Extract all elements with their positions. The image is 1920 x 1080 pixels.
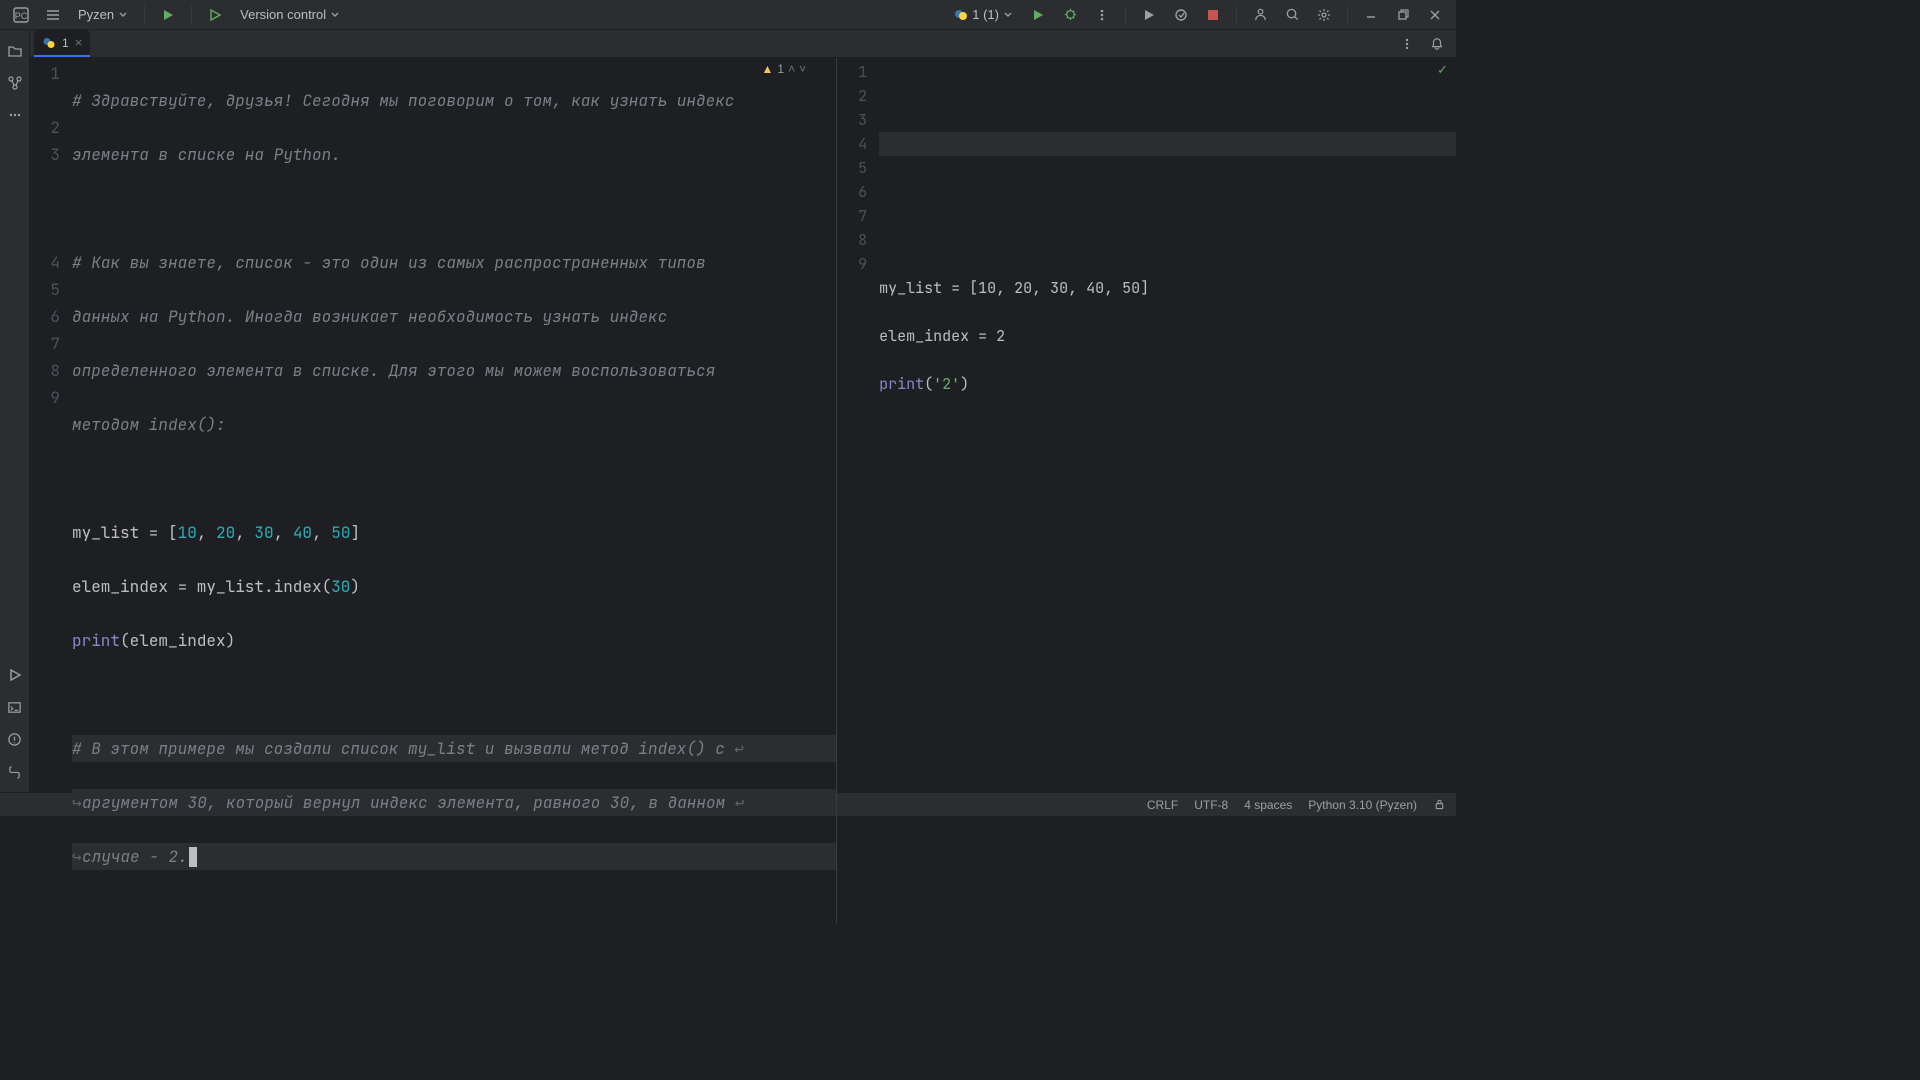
- editor-right-pane[interactable]: 1234 56789 my_list = [10, 20, 30, 40, 50…: [837, 58, 1456, 924]
- run-tool-icon[interactable]: [2, 662, 28, 688]
- editor-left-pane[interactable]: 1 2 3 4 5 6 7 8 9 # Здравствуйте, друзья…: [30, 58, 837, 924]
- run-context-button[interactable]: [202, 2, 228, 28]
- run-button[interactable]: [155, 2, 181, 28]
- editor-tab[interactable]: 1 ×: [34, 30, 90, 57]
- run-config-selector[interactable]: 1 (1): [948, 5, 1019, 24]
- chevron-up-icon[interactable]: ˄: [788, 62, 795, 76]
- project-selector[interactable]: Pyzen: [72, 5, 134, 24]
- vcs-label: Version control: [240, 7, 326, 22]
- python-console-icon[interactable]: [2, 758, 28, 784]
- chevron-down-icon: [330, 10, 340, 20]
- text-cursor: [189, 847, 197, 867]
- left-tool-rail: [0, 30, 30, 792]
- project-tool-icon[interactable]: [2, 38, 28, 64]
- close-tab-icon[interactable]: ×: [75, 35, 83, 50]
- coverage-button[interactable]: [1168, 2, 1194, 28]
- settings-icon[interactable]: [1311, 2, 1337, 28]
- notifications-icon[interactable]: [1424, 31, 1450, 57]
- python-file-icon: [42, 36, 56, 50]
- maximize-window[interactable]: [1390, 2, 1416, 28]
- tab-label: 1: [62, 36, 69, 50]
- more-tools-icon[interactable]: [2, 102, 28, 128]
- stop-button[interactable]: [1200, 2, 1226, 28]
- run-config-label: 1 (1): [972, 7, 999, 22]
- minimize-window[interactable]: [1358, 2, 1384, 28]
- structure-tool-icon[interactable]: [2, 70, 28, 96]
- title-bar: PC Pyzen Version control 1 (1): [0, 0, 1456, 30]
- problems-tool-icon[interactable]: [2, 726, 28, 752]
- main-menu-icon[interactable]: [40, 2, 66, 28]
- line-number-gutter: 1 2 3 4 5 6 7 8 9: [30, 58, 70, 924]
- chevron-down-icon: [118, 10, 128, 20]
- search-icon[interactable]: [1279, 2, 1305, 28]
- inspection-ok-icon[interactable]: ✓: [1437, 62, 1448, 78]
- warning-icon: ▲: [762, 62, 774, 76]
- play-secondary-button[interactable]: [1136, 2, 1162, 28]
- inspection-widget[interactable]: ▲ 1 ˄ ˅: [762, 62, 807, 76]
- terminal-tool-icon[interactable]: [2, 694, 28, 720]
- svg-text:PC: PC: [15, 11, 28, 21]
- warning-count: 1: [777, 62, 784, 76]
- close-window[interactable]: [1422, 2, 1448, 28]
- code-content-right[interactable]: my_list = [10, 20, 30, 40, 50] elem_inde…: [877, 58, 1456, 924]
- code-content-left[interactable]: # Здравствуйте, друзья! Сегодня мы погов…: [70, 58, 836, 924]
- vcs-dropdown[interactable]: Version control: [234, 5, 346, 24]
- editor-tab-bar: 1 ×: [30, 30, 1456, 58]
- project-name: Pyzen: [78, 7, 114, 22]
- chevron-down-icon: [1003, 10, 1013, 20]
- tab-options-icon[interactable]: [1394, 31, 1420, 57]
- code-with-me-icon[interactable]: [1247, 2, 1273, 28]
- line-number-gutter-right: 1234 56789: [837, 58, 877, 924]
- app-logo[interactable]: PC: [8, 2, 34, 28]
- python-icon: [954, 8, 968, 22]
- debug-button[interactable]: [1057, 2, 1083, 28]
- more-run-options[interactable]: [1089, 2, 1115, 28]
- run-toolbar-button[interactable]: [1025, 2, 1051, 28]
- chevron-down-icon[interactable]: ˅: [799, 62, 806, 76]
